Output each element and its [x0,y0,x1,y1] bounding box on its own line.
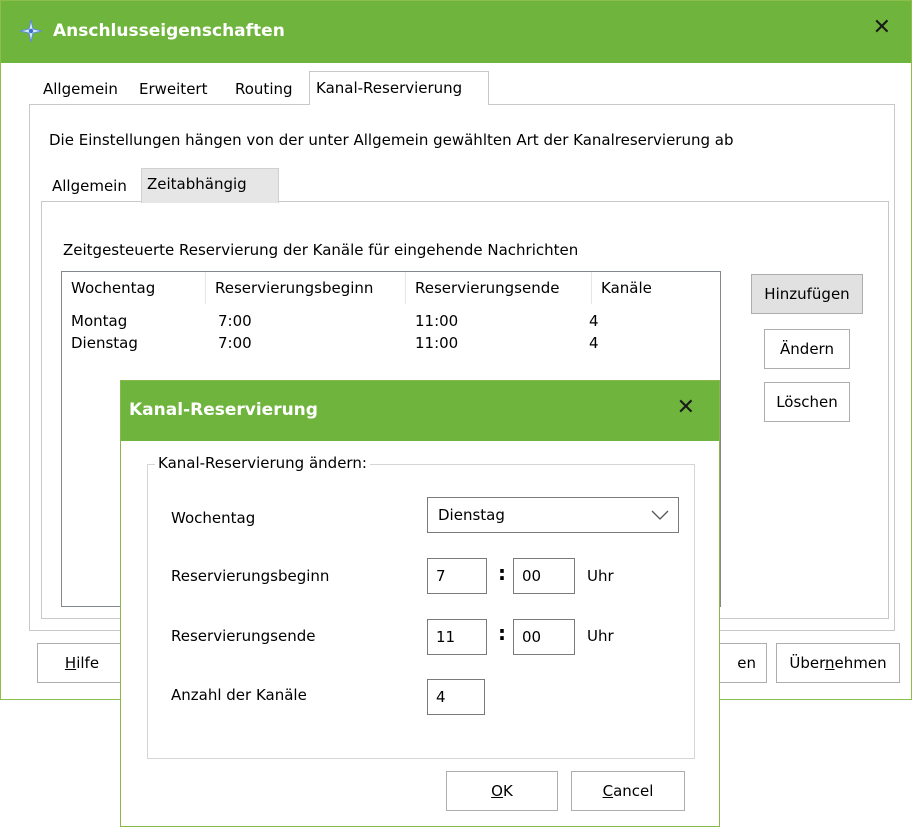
start-colon: : [498,561,506,585]
column-header-kanaele[interactable]: Kanäle [592,272,720,304]
help-label-post: ilfe [76,654,100,672]
end-label: Reservierungsende [171,627,316,645]
tab-allgemein[interactable]: Allgemein [37,73,124,105]
end-minute-input[interactable]: 00 [513,619,575,655]
tab-routing[interactable]: Routing [229,73,299,105]
add-button[interactable]: Hinzufügen [751,274,863,314]
ok-label-mnemonic: O [491,782,503,800]
ok-button[interactable]: OK [446,771,558,811]
row-start: 7:00 [218,312,252,330]
groupbox-label: Kanal-Reservierung ändern: [155,454,370,472]
start-hour-input[interactable]: 7 [427,558,487,594]
row-end: 11:00 [415,334,459,352]
column-header-wochentag[interactable]: Wochentag [62,272,206,304]
chevron-down-icon [651,510,669,520]
dialog-close-icon[interactable]: ✕ [677,395,695,420]
window-titlebar[interactable]: Anschlusseigenschaften ✕ [1,1,911,63]
apply-label-post: ehmen [834,654,887,672]
help-button[interactable]: Hilfe [37,643,127,683]
channels-label: Anzahl der Kanäle [171,686,307,704]
close-icon[interactable]: ✕ [873,15,891,40]
channels-input[interactable]: 4 [427,679,485,715]
row-weekday: Montag [71,312,128,330]
column-header-beginn[interactable]: Reservierungsbeginn [206,272,406,304]
help-label-mnemonic: H [64,654,77,672]
row-start: 7:00 [218,334,252,352]
apply-button[interactable]: Übernehmen [776,643,900,683]
window-title: Anschlusseigenschaften [53,21,285,41]
cancel-label-post: ancel [613,782,654,800]
start-unit: Uhr [587,567,614,585]
subtab-allgemein[interactable]: Allgemein [47,171,132,201]
cancel-label-mnemonic: C [602,782,614,800]
cancel-main-label: en [737,654,756,672]
tab-kanal-reservierung[interactable]: Kanal-Reservierung [309,71,489,105]
weekday-select[interactable]: Dienstag [427,497,679,533]
list-caption: Zeitgesteuerte Reservierung der Kanäle f… [63,241,579,259]
start-minute-input[interactable]: 00 [513,558,575,594]
cancel-button[interactable]: Cancel [571,771,685,811]
tab-erweitert[interactable]: Erweitert [133,73,213,105]
dialog-title: Kanal-Reservierung [129,400,318,420]
end-colon: : [498,621,506,645]
compass-star-icon [19,19,43,43]
start-label: Reservierungsbeginn [171,567,330,585]
row-end: 11:00 [415,312,459,330]
description-text: Die Einstellungen hängen von der unter A… [49,131,734,149]
end-unit: Uhr [587,627,614,645]
row-channels: 4 [589,312,599,330]
dialog-titlebar[interactable]: Kanal-Reservierung ✕ [121,381,719,441]
edit-button[interactable]: Ändern [764,329,850,369]
kanal-reservierung-dialog: Kanal-Reservierung ✕ Kanal-Reservierung … [120,380,720,827]
weekday-select-value: Dienstag [438,506,505,524]
subtab-zeitabhaengig[interactable]: Zeitabhängig [141,168,279,203]
apply-label-pre: Über [789,654,826,672]
delete-button[interactable]: Löschen [764,382,850,422]
end-hour-input[interactable]: 11 [427,619,487,655]
ok-label-post: K [502,782,513,800]
column-header-ende[interactable]: Reservierungsende [406,272,592,304]
row-channels: 4 [589,334,599,352]
row-weekday: Dienstag [71,334,138,352]
weekday-label: Wochentag [171,509,256,527]
apply-label-mnemonic: n [825,654,835,672]
